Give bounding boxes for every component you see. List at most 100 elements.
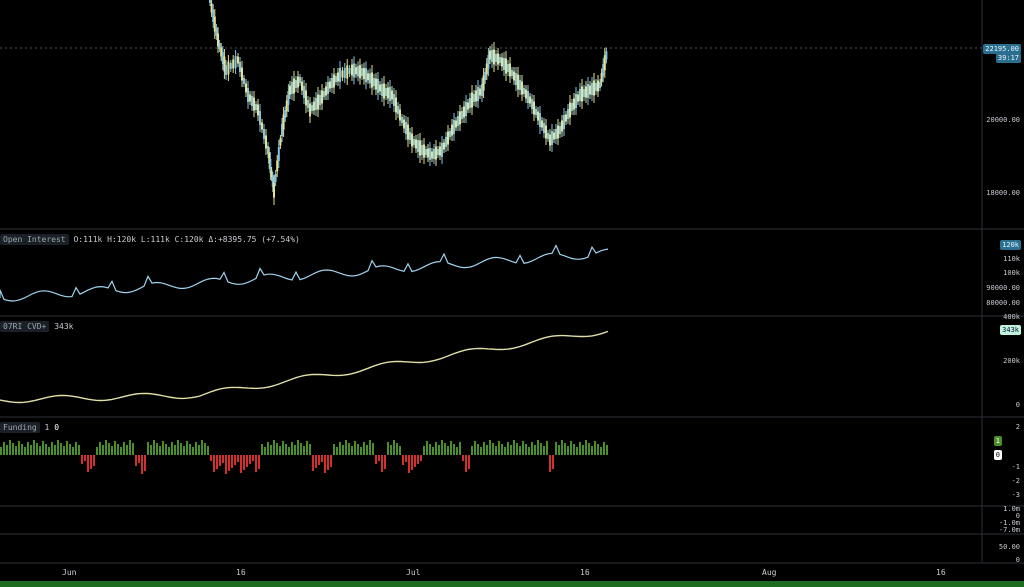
- funding-bar-negative: [468, 455, 470, 469]
- candle-body: [443, 142, 445, 150]
- open-interest-line: [0, 244, 609, 302]
- cvd-last-tag: 343k: [1000, 325, 1021, 335]
- funding-bar-positive: [51, 442, 53, 455]
- funding-bar-positive: [528, 447, 530, 455]
- candle-body: [373, 78, 375, 86]
- candle-body: [419, 140, 421, 156]
- candle-body: [543, 123, 545, 133]
- candle-body: [327, 82, 329, 94]
- funding-bar-positive: [27, 442, 29, 455]
- funding-bar-positive: [300, 443, 302, 455]
- funding-bar-negative: [228, 455, 230, 471]
- candle-body: [371, 72, 373, 88]
- candle-body: [457, 116, 459, 126]
- funding-bar-positive: [438, 445, 440, 455]
- candle-body: [463, 106, 465, 118]
- cvd-title[interactable]: 07RI CVD+: [0, 321, 50, 332]
- funding-bar-positive: [117, 444, 119, 455]
- funding-bar-positive: [9, 440, 11, 455]
- candle-body: [317, 94, 319, 110]
- candle-body: [259, 111, 261, 125]
- oi-legend[interactable]: Open Interest O:111k H:120k L:111k C:120…: [0, 234, 300, 245]
- candle-body: [451, 124, 453, 136]
- funding-bar-positive: [207, 446, 209, 455]
- candle-body: [501, 57, 503, 67]
- funding-tag-green: 1: [993, 436, 1002, 446]
- funding-bar-positive: [66, 441, 68, 455]
- time-axis-label: Jul: [406, 568, 421, 577]
- funding-bar-negative: [240, 455, 242, 473]
- funding-bar-positive: [264, 447, 266, 455]
- candle-body: [379, 84, 381, 92]
- funding-bar-positive: [450, 441, 452, 455]
- candle-body: [441, 143, 443, 157]
- funding-bar-negative: [93, 455, 95, 466]
- funding-bar-positive: [201, 440, 203, 455]
- funding-bar-positive: [291, 442, 293, 455]
- candle-body: [361, 68, 363, 76]
- candle-body: [311, 105, 313, 111]
- candle-body: [435, 146, 437, 160]
- candle-body: [247, 88, 249, 102]
- candle-body: [439, 146, 441, 156]
- candle-body: [569, 102, 571, 118]
- countdown-tag: 39:17: [995, 53, 1021, 63]
- candle-body: [411, 133, 413, 147]
- chart-canvas[interactable]: [0, 0, 1024, 587]
- funding-bar-negative: [402, 455, 404, 465]
- funding-bar-negative: [255, 455, 257, 472]
- candle-body: [571, 103, 573, 111]
- funding-bar-positive: [132, 443, 134, 455]
- funding-bar-negative: [81, 455, 83, 464]
- funding-bar-positive: [585, 440, 587, 455]
- funding-bar-negative: [225, 455, 227, 474]
- candle-body: [255, 104, 257, 110]
- candle-body: [449, 131, 451, 137]
- funding-legend[interactable]: Funding 1 0: [0, 422, 59, 433]
- oi-axis-label: 90000.00: [986, 284, 1020, 292]
- candle-body: [561, 120, 563, 132]
- funding-bar-positive: [165, 444, 167, 455]
- candle-body: [549, 134, 551, 146]
- funding-bar-positive: [351, 446, 353, 455]
- funding-bar-positive: [537, 440, 539, 455]
- oi-title[interactable]: Open Interest: [0, 234, 69, 245]
- cvd-legend[interactable]: 07RI CVD+ 343k: [0, 321, 73, 332]
- candle-body: [553, 132, 555, 140]
- funding-bar-positive: [276, 443, 278, 455]
- funding-bar-positive: [75, 442, 77, 455]
- funding-bar-negative: [135, 455, 137, 466]
- funding-bar-positive: [183, 446, 185, 455]
- funding-bar-negative: [417, 455, 419, 464]
- funding-bar-positive: [123, 442, 125, 455]
- candle-body: [323, 91, 325, 97]
- funding-title[interactable]: Funding: [0, 422, 40, 433]
- funding-bar-positive: [483, 442, 485, 455]
- funding-bar-positive: [111, 446, 113, 455]
- candle-body: [575, 94, 577, 108]
- candle-body: [527, 91, 529, 103]
- funding-bar-positive: [294, 445, 296, 455]
- funding-bar-positive: [531, 442, 533, 455]
- funding-bar-positive: [186, 441, 188, 455]
- funding-bar-positive: [126, 445, 128, 455]
- funding-bar-positive: [339, 442, 341, 455]
- candle-body: [557, 125, 559, 139]
- funding-bar-positive: [60, 443, 62, 455]
- candle-body: [381, 84, 383, 96]
- funding-bar-positive: [399, 446, 401, 455]
- candle-body: [567, 109, 569, 119]
- candle-body: [453, 120, 455, 134]
- candle-body: [353, 63, 355, 78]
- funding-bar-negative: [246, 455, 248, 467]
- oi-axis-label: 100k: [1003, 269, 1020, 277]
- candle-body: [273, 182, 275, 198]
- candle-body: [295, 80, 297, 88]
- funding-bar-negative: [381, 455, 383, 472]
- funding-bar-positive: [3, 442, 5, 455]
- funding-bar-positive: [504, 447, 506, 455]
- candle-body: [467, 102, 469, 110]
- candle-body: [447, 131, 449, 145]
- cvd-axis-label: 0: [1015, 401, 1020, 409]
- funding-bar-positive: [198, 445, 200, 455]
